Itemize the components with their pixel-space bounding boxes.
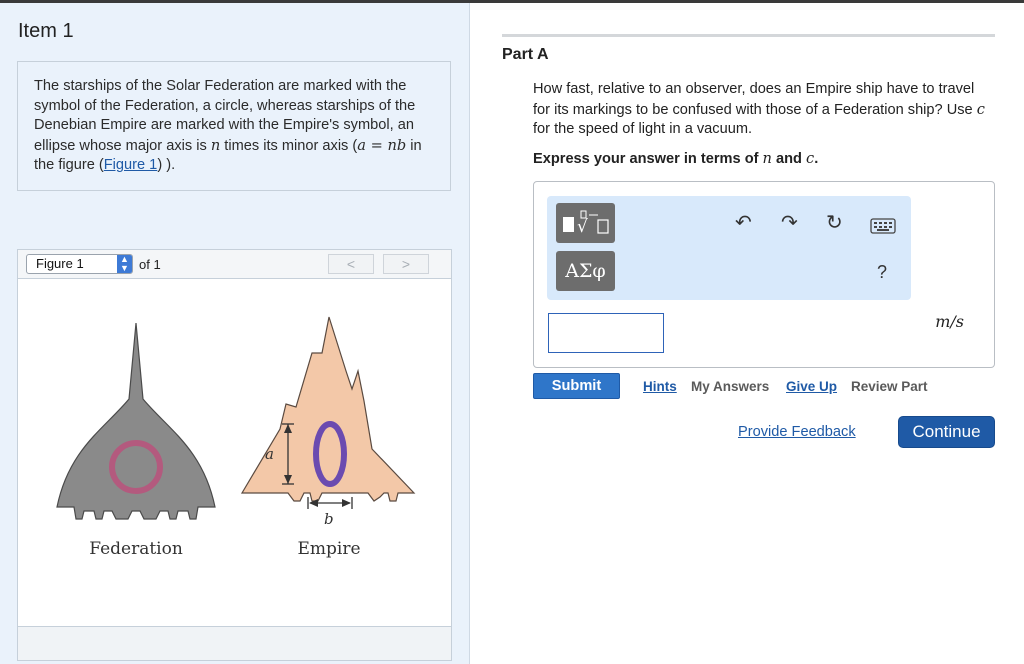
federation-label: Federation xyxy=(89,539,183,559)
label-a: a xyxy=(265,445,274,463)
hints-link[interactable]: Hints xyxy=(643,379,677,394)
my-answers-link[interactable]: My Answers xyxy=(691,379,769,394)
review-part-link[interactable]: Review Part xyxy=(851,379,928,394)
svg-text:√: √ xyxy=(577,217,588,237)
greek-symbols-button[interactable]: ΑΣφ xyxy=(556,251,615,291)
express-instruction: Express your answer in terms of n and c. xyxy=(533,150,819,167)
figure-1-link[interactable]: Figure 1 xyxy=(104,157,158,173)
problem-statement-box: The starships of the Solar Federation ar… xyxy=(17,61,451,191)
item-title: Item 1 xyxy=(18,20,74,42)
part-title: Part A xyxy=(502,46,549,63)
help-button[interactable]: ? xyxy=(877,261,887,283)
answer-input[interactable] xyxy=(548,313,664,353)
next-figure-button[interactable]: > xyxy=(383,254,429,274)
var-n: n xyxy=(210,136,221,154)
templates-button[interactable]: √ xyxy=(556,203,615,243)
figure-count: of 1 xyxy=(139,257,161,272)
problem-panel: Item 1 The starships of the Solar Federa… xyxy=(0,3,470,664)
empire-label: Empire xyxy=(297,539,360,559)
math-toolbar: √ ΑΣφ ↶ ↷ ↻ ? xyxy=(547,196,911,300)
redo-icon[interactable]: ↷ xyxy=(781,212,798,234)
express-var-c: c xyxy=(806,150,815,167)
minor-axis-arrowhead-right xyxy=(342,499,351,507)
units-label: m/s xyxy=(935,312,964,331)
problem-text: The starships of the Solar Federation ar… xyxy=(34,78,422,174)
starship-figure: a b Federation Empire xyxy=(56,316,416,559)
answer-box: √ ΑΣφ ↶ ↷ ↻ ? m/s xyxy=(533,181,995,368)
reset-icon[interactable]: ↻ xyxy=(826,212,843,234)
keyboard-icon[interactable] xyxy=(870,218,896,234)
previous-figure-button[interactable]: < xyxy=(328,254,374,274)
express-var-n: n xyxy=(762,150,772,167)
provide-feedback-link[interactable]: Provide Feedback xyxy=(738,424,856,440)
math-template-icon: √ xyxy=(563,210,609,237)
figure-panel: Figure 1 ▲ ▼ of 1 < > a b Federation Emp… xyxy=(17,249,452,661)
federation-ship xyxy=(56,322,216,520)
figure-toolbar: Figure 1 ▲ ▼ of 1 < > xyxy=(18,250,451,279)
label-b: b xyxy=(324,510,334,528)
question-text: How fast, relative to an observer, does … xyxy=(533,81,985,138)
continue-button[interactable]: Continue xyxy=(898,416,995,448)
figure-selector[interactable]: Figure 1 ▲ ▼ xyxy=(26,254,133,274)
submit-button[interactable]: Submit xyxy=(533,373,620,399)
answer-panel: Part A How fast, relative to an observer… xyxy=(470,3,1024,664)
figure-footer xyxy=(18,626,451,660)
math-relation: a = nb xyxy=(357,136,407,154)
give-up-link[interactable]: Give Up xyxy=(786,379,837,394)
part-divider xyxy=(502,34,995,37)
select-updown-icon: ▲ ▼ xyxy=(117,255,132,273)
empire-ship: a b xyxy=(240,316,416,528)
empire-ship-body xyxy=(240,316,416,502)
var-c: c xyxy=(976,100,985,118)
undo-icon[interactable]: ↶ xyxy=(735,212,752,234)
